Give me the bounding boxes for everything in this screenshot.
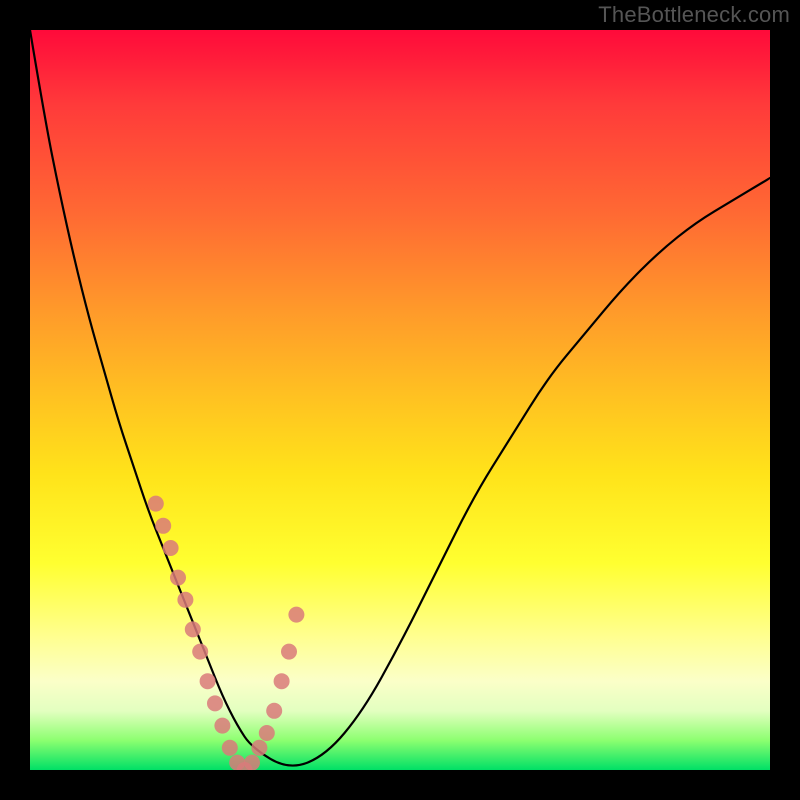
highlight-marker [185, 621, 201, 637]
highlight-marker [155, 518, 171, 534]
highlight-marker [177, 592, 193, 608]
highlight-marker [214, 718, 230, 734]
chart-frame: TheBottleneck.com [0, 0, 800, 800]
highlight-marker [200, 673, 216, 689]
highlight-marker [192, 644, 208, 660]
highlight-marker [244, 755, 260, 770]
bottleneck-curve-svg [30, 30, 770, 770]
highlight-marker [207, 695, 223, 711]
plot-area [30, 30, 770, 770]
highlight-markers-group [148, 496, 305, 770]
highlight-marker [274, 673, 290, 689]
watermark-label: TheBottleneck.com [598, 2, 790, 28]
highlight-marker [163, 540, 179, 556]
highlight-marker [170, 570, 186, 586]
highlight-marker [266, 703, 282, 719]
highlight-marker [222, 740, 238, 756]
highlight-marker [148, 496, 164, 512]
highlight-marker [281, 644, 297, 660]
highlight-marker [259, 725, 275, 741]
highlight-marker [251, 740, 267, 756]
highlight-marker [288, 607, 304, 623]
bottleneck-curve-line [30, 30, 770, 766]
